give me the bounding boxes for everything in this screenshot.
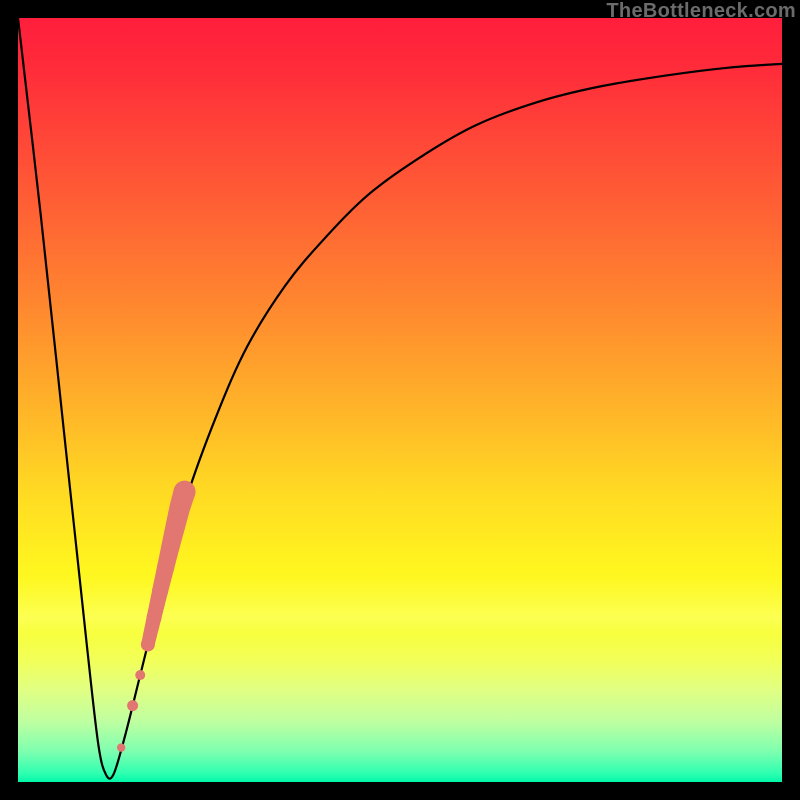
chart-svg <box>18 18 782 782</box>
bottleneck-curve <box>18 18 782 779</box>
highlight-band-dot <box>174 481 196 503</box>
highlight-dot <box>117 743 125 751</box>
highlight-dot <box>135 670 145 680</box>
highlight-dots <box>117 481 196 752</box>
chart-frame: TheBottleneck.com <box>0 0 800 800</box>
plot-area <box>18 18 782 782</box>
highlight-dot <box>127 700 138 711</box>
